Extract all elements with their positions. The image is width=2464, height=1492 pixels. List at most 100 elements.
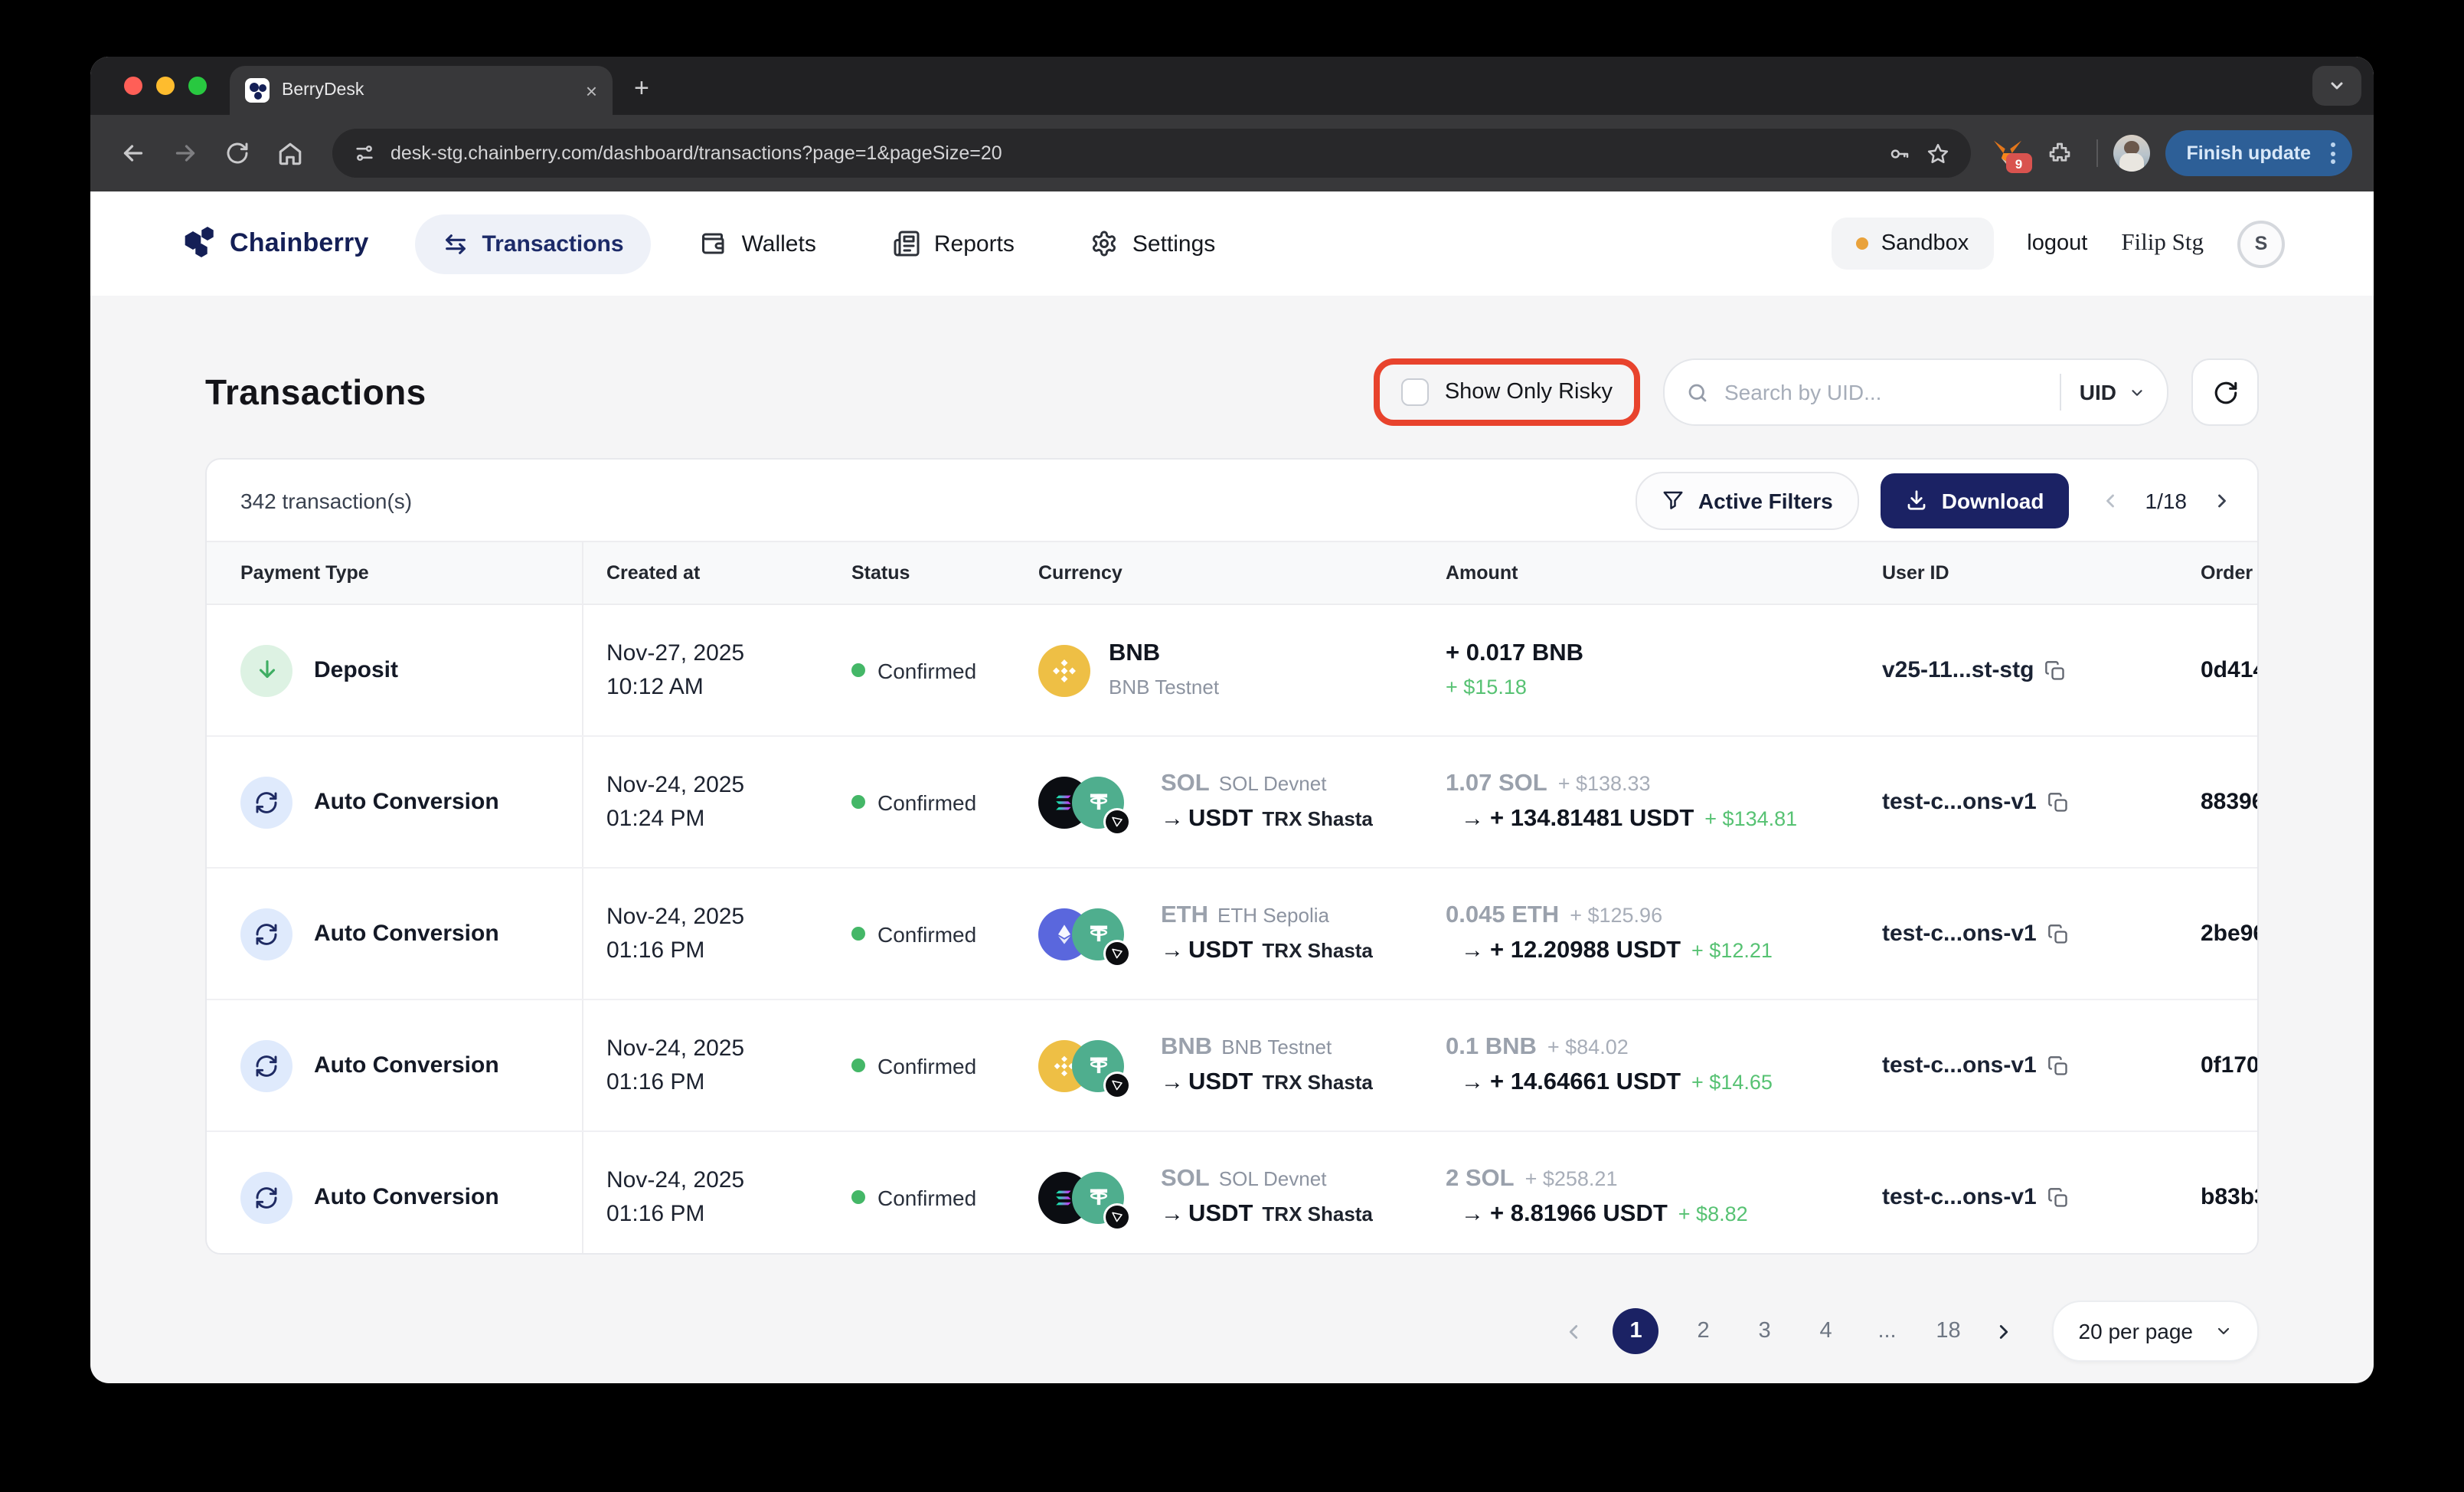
minimize-window-button[interactable]: [156, 77, 175, 95]
reload-button[interactable]: [216, 132, 259, 175]
currency-cell: SOLSOL Devnet →USDTTRX Shasta: [1015, 737, 1423, 867]
amount-to: + 12.20988 USDT: [1490, 936, 1681, 967]
table-row[interactable]: Auto Conversion Nov-24, 2025 01:16 PM Co…: [207, 1132, 2257, 1255]
amount-to: + 8.81966 USDT: [1490, 1199, 1668, 1230]
column-header: User ID: [1859, 542, 2178, 604]
copy-icon[interactable]: [2047, 791, 2069, 813]
pager-prev-icon[interactable]: [2100, 489, 2121, 511]
card-actions: Active Filters Download 1/18: [1636, 471, 2233, 529]
user-id: test-c...ons-v1: [1882, 1184, 2037, 1210]
page-number-2[interactable]: 2: [1687, 1319, 1721, 1343]
search-input[interactable]: [1721, 378, 2047, 406]
status-dot-icon: [851, 1058, 865, 1072]
page-number-3[interactable]: 3: [1748, 1319, 1782, 1343]
amount-from-usd: + $125.96: [1570, 902, 1662, 929]
nav-item-settings[interactable]: Settings: [1064, 213, 1243, 274]
amount-cell: 2 SOL+ $258.21 →+ 8.81966 USDT+ $8.82: [1423, 1132, 1859, 1255]
password-key-icon[interactable]: [1888, 142, 1911, 165]
window-controls[interactable]: [124, 77, 207, 95]
funnel-icon: [1662, 489, 1685, 512]
close-window-button[interactable]: [124, 77, 142, 95]
nav-label: Reports: [934, 231, 1015, 257]
page-next-icon[interactable]: [1993, 1320, 2016, 1343]
show-only-risky-label[interactable]: Show Only Risky: [1445, 380, 1613, 404]
copy-icon[interactable]: [2044, 659, 2066, 681]
nav-item-reports[interactable]: Reports: [865, 213, 1042, 274]
column-header: Currency: [1015, 542, 1423, 604]
bookmark-star-icon[interactable]: [1926, 142, 1949, 165]
amount-to-usd: + $134.81: [1704, 806, 1797, 833]
address-bar[interactable]: desk-stg.chainberry.com/dashboard/transa…: [332, 129, 1971, 178]
tab-close-icon[interactable]: ×: [586, 80, 597, 100]
created-time: 10:12 AM: [606, 672, 704, 702]
search-divider: [2060, 374, 2061, 411]
from-coin: ETH: [1161, 900, 1208, 932]
page-number-4[interactable]: 4: [1809, 1319, 1843, 1343]
from-coin: SOL: [1161, 768, 1210, 800]
amount-from-usd: + $84.02: [1547, 1034, 1629, 1061]
back-button[interactable]: [112, 132, 155, 175]
coin-pair: [1038, 1030, 1127, 1101]
from-network: SOL Devnet: [1219, 770, 1327, 797]
copy-icon[interactable]: [2047, 1055, 2069, 1076]
browser-menu-icon[interactable]: [2325, 142, 2341, 164]
copy-icon[interactable]: [2047, 1186, 2069, 1208]
to-network: TRX Shasta: [1262, 1068, 1373, 1095]
forward-button[interactable]: [164, 132, 207, 175]
berrydesk-favicon-icon: [245, 78, 270, 103]
status-dot-icon: [851, 795, 865, 809]
active-filters-label: Active Filters: [1698, 488, 1833, 512]
new-tab-button[interactable]: +: [634, 74, 649, 104]
brand-logo[interactable]: Chainberry: [184, 227, 369, 260]
tab-search-button[interactable]: [2312, 66, 2361, 106]
created-date: Nov-27, 2025: [606, 638, 744, 668]
table-row[interactable]: Deposit Nov-27, 2025 10:12 AM Confirmed …: [207, 605, 2257, 737]
maximize-window-button[interactable]: [188, 77, 207, 95]
extensions-area: 9 Finish update: [1992, 130, 2353, 176]
page-ellipsis: ...: [1871, 1319, 1904, 1343]
amount-to: + 14.64661 USDT: [1490, 1068, 1681, 1098]
created-at-cell: Nov-24, 2025 01:16 PM: [583, 1000, 828, 1130]
payment-type-label: Auto Conversion: [314, 921, 499, 947]
download-icon: [1905, 489, 1928, 512]
table-row[interactable]: Auto Conversion Nov-24, 2025 01:16 PM Co…: [207, 869, 2257, 1000]
chevron-down-icon: [2214, 1322, 2233, 1340]
pager-label: 1/18: [2145, 488, 2188, 512]
status-dot-icon: [851, 1190, 865, 1204]
metamask-icon[interactable]: 9: [1992, 139, 2023, 167]
amount-usd: + $15.18: [1446, 675, 1527, 702]
user-avatar[interactable]: S: [2237, 220, 2285, 267]
download-button[interactable]: Download: [1881, 473, 2069, 528]
finish-update-button[interactable]: Finish update: [2165, 130, 2353, 176]
site-info-icon[interactable]: [354, 142, 375, 164]
home-button[interactable]: [268, 132, 311, 175]
nav-item-wallets[interactable]: Wallets: [673, 213, 844, 274]
table-row[interactable]: Auto Conversion Nov-24, 2025 01:16 PM Co…: [207, 1000, 2257, 1132]
search-type-select[interactable]: UID: [2073, 380, 2145, 404]
to-network: TRX Shasta: [1262, 1200, 1373, 1227]
user-id: test-c...ons-v1: [1882, 1052, 2037, 1078]
show-only-risky-checkbox[interactable]: [1402, 378, 1430, 406]
per-page-select[interactable]: 20 per page: [2053, 1301, 2259, 1362]
page-title: Transactions: [205, 371, 426, 413]
copy-icon[interactable]: [2047, 923, 2069, 944]
logout-link[interactable]: logout: [2027, 231, 2087, 256]
active-filters-button[interactable]: Active Filters: [1636, 471, 1859, 529]
table-row[interactable]: Auto Conversion Nov-24, 2025 01:24 PM Co…: [207, 737, 2257, 869]
nav-item-transactions[interactable]: Transactions: [415, 214, 652, 273]
extensions-puzzle-icon[interactable]: [2038, 132, 2081, 175]
browser-profile-avatar[interactable]: [2113, 135, 2150, 172]
auto-conversion-icon: [240, 776, 292, 828]
created-time: 01:16 PM: [606, 1199, 704, 1229]
from-network: SOL Devnet: [1219, 1165, 1327, 1192]
page-number-1[interactable]: 1: [1613, 1308, 1659, 1354]
pager-next-icon[interactable]: [2211, 489, 2233, 511]
app-header: Chainberry Transactions Wallets Reports: [90, 191, 2374, 296]
page-prev-icon[interactable]: [1563, 1320, 1586, 1343]
browser-tab[interactable]: BerryDesk ×: [230, 66, 613, 115]
status-label: Confirmed: [877, 658, 976, 682]
amount-from: 0.1 BNB: [1446, 1032, 1537, 1063]
page-number-18[interactable]: 18: [1932, 1319, 1966, 1343]
url-text[interactable]: desk-stg.chainberry.com/dashboard/transa…: [391, 142, 1873, 164]
refresh-button[interactable]: [2191, 358, 2259, 426]
